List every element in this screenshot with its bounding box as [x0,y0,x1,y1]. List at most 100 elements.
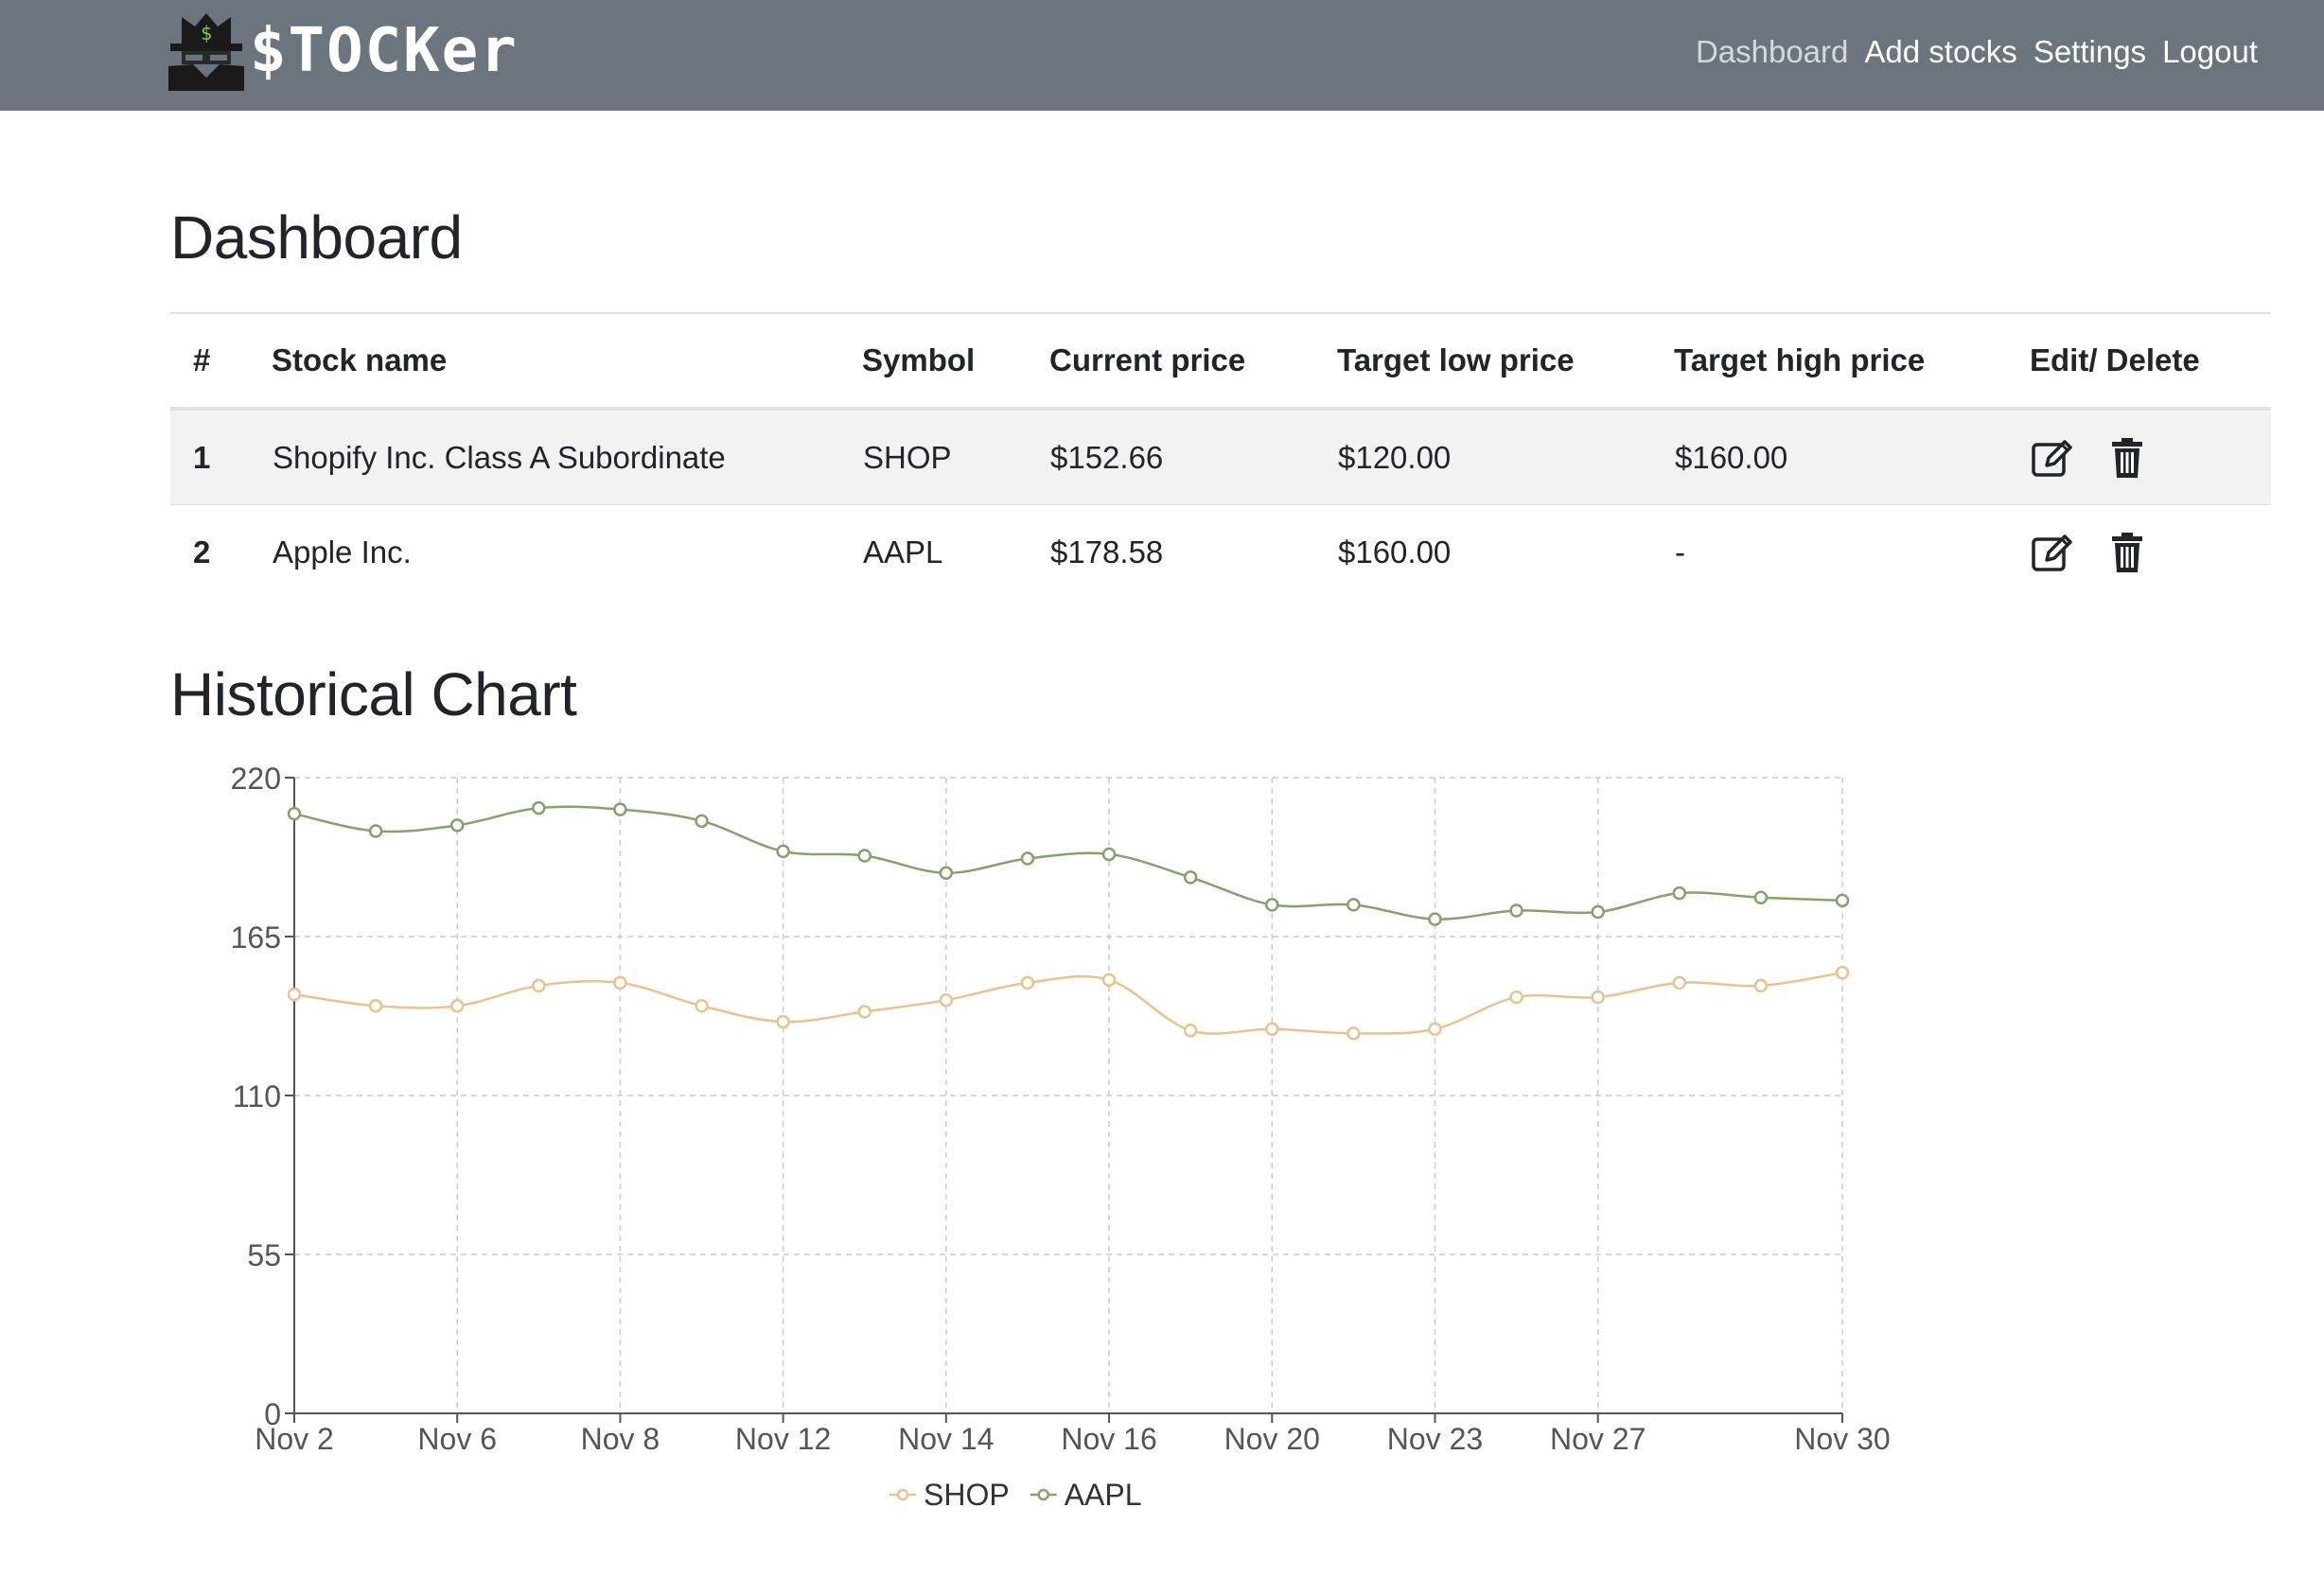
nav-add-stocks[interactable]: Add stocks [1864,34,2016,70]
x-tick-label: Nov 12 [735,1422,831,1456]
table-header-row: # Stock name Symbol Current price Target… [170,312,2271,411]
row-actions [2030,408,2271,505]
data-point-aapl [1835,893,1850,908]
nav-logout[interactable]: Logout [2162,34,2258,70]
y-tick-label: 220 [231,762,281,796]
data-point-aapl [857,849,872,863]
trash-icon[interactable] [2105,531,2149,574]
y-tick-label: 110 [233,1079,281,1113]
data-point-shop [1428,1022,1442,1036]
nav-settings[interactable]: Settings [2034,34,2146,70]
brand-text: $TOCKer [250,16,519,86]
header-stock-name: Stock name [272,312,862,411]
legend-label-shop: SHOP [924,1478,1010,1512]
data-point-aapl [1265,898,1279,912]
data-point-aapl [939,866,954,881]
data-point-aapl [1428,912,1442,926]
row-symbol: AAPL [862,504,1049,599]
line-chart: 055110165220Nov 2 Nov 6 Nov 8 Nov 12 Nov 14 N… [231,762,1891,1512]
data-point-aapl [1672,885,1687,901]
data-point-aapl [613,802,627,816]
data-point-shop [1183,1024,1198,1038]
data-point-aapl [368,824,383,838]
data-point-shop [449,999,465,1013]
data-point-aapl [695,814,709,829]
legend-label-aapl: AAPL [1065,1478,1142,1512]
x-tick-label: Nov 30 [1794,1422,1890,1456]
data-point-shop [1509,990,1523,1005]
page-title: Dashboard [170,203,463,272]
nav-dashboard[interactable]: Dashboard [1696,34,1848,70]
header-target-low: Target low price [1337,312,1674,411]
trash-icon[interactable] [2105,436,2149,480]
row-target-low: $160.00 [1337,504,1674,599]
data-point-aapl [449,818,465,833]
data-point-shop [1672,975,1687,990]
legend-swatch-marker [1037,1488,1049,1501]
row-stock-name: Apple Inc. [272,504,862,599]
data-point-aapl [1347,898,1361,912]
series-line-aapl [293,805,1843,920]
y-tick-label: 165 [231,920,281,955]
data-point-shop [776,1014,790,1029]
table-row: 2 Apple Inc. AAPL $178.58 $160.00 - [170,504,2271,599]
table-row: 1 Shopify Inc. Class A Subordinate SHOP … [170,408,2271,505]
data-point-shop [1020,975,1035,990]
row-current-price: $152.66 [1049,408,1337,505]
x-tick-label: Nov 8 [581,1422,660,1456]
edit-icon[interactable] [2031,531,2074,574]
edit-icon[interactable] [2031,436,2074,480]
row-num: 1 [170,408,272,505]
x-tick-label: Nov 16 [1061,1422,1156,1456]
data-point-shop [613,975,627,990]
data-point-shop [939,992,954,1008]
x-tick-label: Nov 6 [417,1422,497,1456]
header-target-high: Target high price [1674,312,2030,411]
row-target-high: $160.00 [1674,408,2030,505]
row-stock-name: Shopify Inc. Class A Subordinate [272,408,862,505]
data-point-shop [1347,1026,1361,1041]
data-point-shop [1591,990,1605,1005]
row-current-price: $178.58 [1049,504,1337,599]
historical-chart: 0 55 110 165 220 Nov 2 Nov 6 Nov 8 Nov 12 Nov 14 N… [170,757,1902,1533]
x-tick-label: Nov 20 [1224,1422,1320,1456]
data-point-aapl [1591,904,1605,920]
data-point-aapl [532,800,546,815]
x-tick-label: Nov 23 [1387,1422,1483,1456]
navbar: $ $TOCKer Dashboard Add stocks Settings … [0,0,2324,111]
data-point-shop [1101,973,1117,988]
series-line-shop [293,971,1843,1035]
data-point-aapl [1509,903,1523,918]
data-point-aapl [776,844,790,859]
nav-links: Dashboard Add stocks Settings Logout [1696,0,2258,104]
y-tick-label: 55 [247,1238,281,1272]
data-point-shop [368,999,383,1013]
data-point-aapl [1020,851,1035,866]
svg-text:$: $ [201,22,212,44]
chart-title: Historical Chart [170,660,577,728]
data-point-shop [857,1005,872,1019]
header-symbol: Symbol [862,312,1049,411]
data-point-aapl [1753,890,1769,905]
stocks-table: # Stock name Symbol Current price Target… [170,312,2271,599]
data-point-aapl [287,806,302,821]
brand[interactable]: $ $TOCKer [168,11,519,91]
legend-swatch-marker [896,1488,909,1501]
data-point-shop [1265,1022,1279,1036]
row-symbol: SHOP [862,408,1049,505]
spy-hat-icon: $ [168,13,244,91]
x-tick-label: Nov 27 [1550,1422,1646,1456]
header-current-price: Current price [1049,312,1337,411]
row-actions [2030,504,2271,599]
row-target-high: - [1674,504,2030,599]
data-point-shop [532,978,546,993]
header-num: # [170,312,272,411]
x-tick-label: Nov 2 [255,1422,334,1456]
data-point-aapl [1101,847,1117,862]
data-point-shop [1753,978,1769,993]
header-edit-delete: Edit/ Delete [2030,312,2271,411]
data-point-shop [287,987,302,1002]
x-tick-label: Nov 14 [898,1422,994,1456]
row-target-low: $120.00 [1337,408,1674,505]
data-point-aapl [1183,870,1198,885]
